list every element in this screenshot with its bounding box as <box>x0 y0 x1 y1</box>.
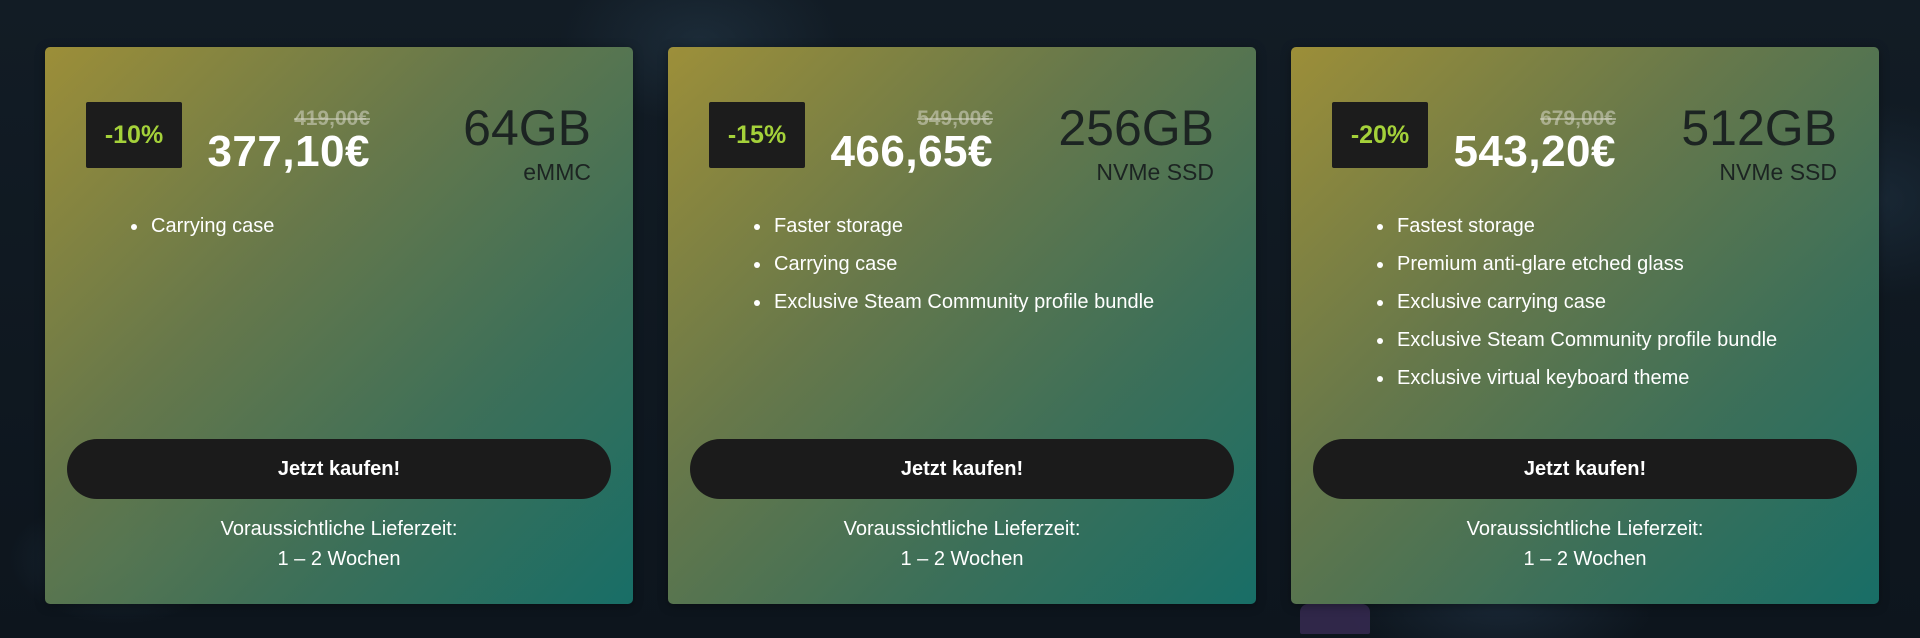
pricing-card-512gb: -20% 679,00€ 543,20€ 512GB NVMe SSD Fast… <box>1291 47 1879 604</box>
pricing-card-256gb: -15% 549,00€ 466,65€ 256GB NVMe SSD Fast… <box>668 47 1256 604</box>
feature-item: Carrying case <box>149 207 274 245</box>
delivery-time: 1 – 2 Wochen <box>277 548 401 570</box>
delivery-time: 1 – 2 Wochen <box>1523 548 1647 570</box>
delivery-time: 1 – 2 Wochen <box>900 548 1024 570</box>
discount-badge: -20% <box>1332 102 1428 168</box>
delivery-label: Voraussichtliche Lieferzeit: <box>1466 518 1704 540</box>
delivery-label: Voraussichtliche Lieferzeit: <box>843 518 1081 540</box>
storage-size: 64GB <box>463 100 591 156</box>
buy-now-button[interactable]: Jetzt kaufen! <box>67 439 611 499</box>
feature-item: Exclusive carrying case <box>1395 283 1777 321</box>
storage-size: 256GB <box>1058 100 1214 156</box>
buy-now-button[interactable]: Jetzt kaufen! <box>690 439 1234 499</box>
final-price: 466,65€ <box>830 127 993 176</box>
delivery-estimate: Voraussichtliche Lieferzeit: 1 – 2 Woche… <box>668 514 1256 574</box>
feature-list: Fastest storage Premium anti-glare etche… <box>1351 207 1777 397</box>
storage-size: 512GB <box>1681 100 1837 156</box>
pricing-cards: -10% 419,00€ 377,10€ 64GB eMMC Carrying … <box>45 47 1879 604</box>
delivery-estimate: Voraussichtliche Lieferzeit: 1 – 2 Woche… <box>45 514 633 574</box>
feature-item: Exclusive Steam Community profile bundle <box>772 283 1154 321</box>
background-artwork <box>1300 604 1370 634</box>
pricing-card-64gb: -10% 419,00€ 377,10€ 64GB eMMC Carrying … <box>45 47 633 604</box>
feature-item: Fastest storage <box>1395 207 1777 245</box>
buy-now-button[interactable]: Jetzt kaufen! <box>1313 439 1857 499</box>
final-price: 543,20€ <box>1453 127 1616 176</box>
feature-item: Exclusive virtual keyboard theme <box>1395 359 1777 397</box>
feature-item: Carrying case <box>772 245 1154 283</box>
feature-item: Faster storage <box>772 207 1154 245</box>
feature-list: Faster storage Carrying case Exclusive S… <box>728 207 1154 321</box>
feature-item: Exclusive Steam Community profile bundle <box>1395 321 1777 359</box>
feature-item: Premium anti-glare etched glass <box>1395 245 1777 283</box>
delivery-label: Voraussichtliche Lieferzeit: <box>220 518 458 540</box>
discount-badge: -15% <box>709 102 805 168</box>
delivery-estimate: Voraussichtliche Lieferzeit: 1 – 2 Woche… <box>1291 514 1879 574</box>
discount-badge: -10% <box>86 102 182 168</box>
storage-type: NVMe SSD <box>1096 159 1214 185</box>
final-price: 377,10€ <box>207 127 370 176</box>
storage-type: NVMe SSD <box>1719 159 1837 185</box>
feature-list: Carrying case <box>105 207 274 245</box>
storage-type: eMMC <box>523 159 591 185</box>
